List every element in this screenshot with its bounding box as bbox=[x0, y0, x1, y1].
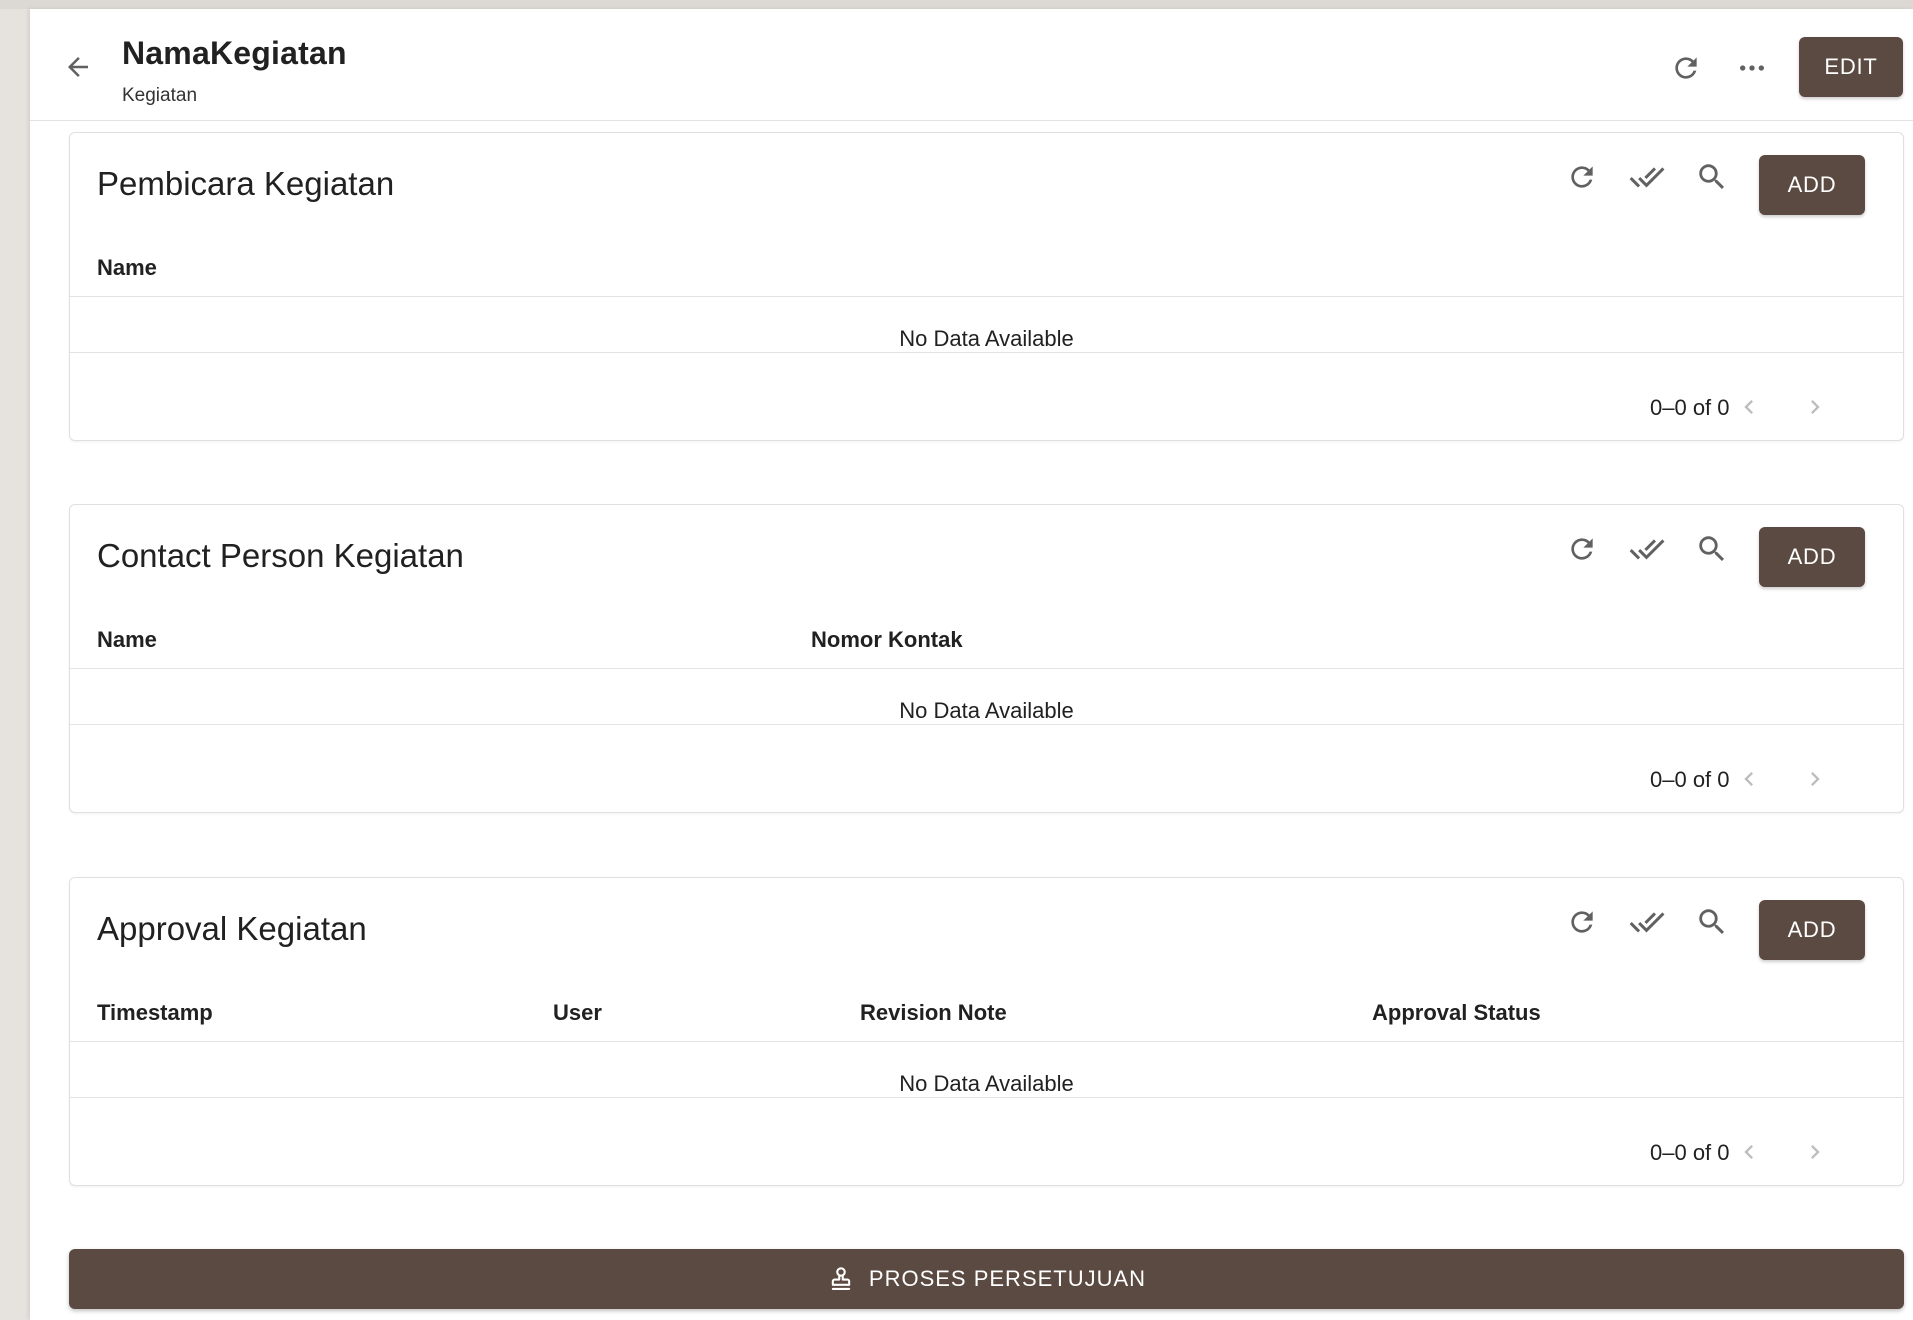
column-header-name: Name bbox=[97, 627, 157, 652]
header-refresh-button[interactable] bbox=[1664, 46, 1708, 90]
background-strip bbox=[0, 0, 1913, 9]
next-page-button[interactable] bbox=[1795, 385, 1835, 429]
page-header: NamaKegiatan Kegiatan EDIT bbox=[30, 9, 1913, 121]
card-search-button[interactable] bbox=[1690, 527, 1734, 571]
chevron-left-icon bbox=[1744, 772, 1753, 786]
column-header-user: User bbox=[553, 1000, 602, 1025]
divider bbox=[70, 724, 1903, 725]
pagination-range: 0–0 of 0 bbox=[1650, 1140, 1730, 1165]
card-refresh-button[interactable] bbox=[1560, 527, 1604, 571]
card-refresh-button[interactable] bbox=[1560, 900, 1604, 944]
previous-page-button[interactable] bbox=[1729, 1130, 1769, 1174]
column-header-timestamp: Timestamp bbox=[97, 1000, 213, 1025]
more-horizontal-icon bbox=[1740, 65, 1764, 71]
chevron-right-icon bbox=[1811, 400, 1820, 414]
refresh-icon bbox=[1675, 57, 1697, 79]
double-check-icon bbox=[1629, 912, 1665, 933]
pagination-range: 0–0 of 0 bbox=[1650, 395, 1730, 420]
next-page-button[interactable] bbox=[1795, 1130, 1835, 1174]
card-title: Approval Kegiatan bbox=[97, 910, 367, 947]
double-check-icon bbox=[1629, 539, 1665, 560]
card-approval-kegiatan: Approval Kegiatan ADD Timestamp User Rev… bbox=[69, 877, 1904, 1186]
divider bbox=[70, 296, 1903, 297]
add-button[interactable]: ADD bbox=[1759, 527, 1865, 587]
arrow-left-icon bbox=[68, 57, 88, 77]
page-subtitle: Kegiatan bbox=[122, 85, 198, 106]
add-button[interactable]: ADD bbox=[1759, 155, 1865, 215]
empty-state-text: No Data Available bbox=[899, 326, 1074, 351]
column-header-approval-status: Approval Status bbox=[1372, 1000, 1541, 1025]
divider bbox=[70, 668, 1903, 669]
divider bbox=[70, 1041, 1903, 1042]
search-icon bbox=[1699, 164, 1725, 190]
chevron-right-icon bbox=[1811, 1145, 1820, 1159]
column-header-nomor-kontak: Nomor Kontak bbox=[811, 627, 963, 652]
pagination-range: 0–0 of 0 bbox=[1650, 767, 1730, 792]
search-icon bbox=[1699, 536, 1725, 562]
refresh-icon bbox=[1571, 911, 1593, 933]
search-icon bbox=[1699, 909, 1725, 935]
divider bbox=[70, 352, 1903, 353]
proses-persetujuan-button[interactable]: PROSES PERSETUJUAN bbox=[69, 1249, 1904, 1309]
add-button[interactable]: ADD bbox=[1759, 900, 1865, 960]
card-select-all-button[interactable] bbox=[1625, 527, 1669, 571]
empty-state-text: No Data Available bbox=[899, 698, 1074, 723]
detail-sheet: NamaKegiatan Kegiatan EDIT Pembicara Keg… bbox=[30, 9, 1913, 1320]
column-header-name: Name bbox=[97, 255, 157, 280]
refresh-icon bbox=[1571, 538, 1593, 560]
card-contact-person-kegiatan: Contact Person Kegiatan ADD Name Nomor K… bbox=[69, 504, 1904, 813]
refresh-icon bbox=[1571, 166, 1593, 188]
chevron-right-icon bbox=[1811, 772, 1820, 786]
card-select-all-button[interactable] bbox=[1625, 155, 1669, 199]
next-page-button[interactable] bbox=[1795, 757, 1835, 801]
card-search-button[interactable] bbox=[1690, 900, 1734, 944]
proses-persetujuan-label: PROSES PERSETUJUAN bbox=[868, 1266, 1147, 1291]
divider bbox=[70, 1097, 1903, 1098]
card-select-all-button[interactable] bbox=[1625, 900, 1669, 944]
empty-state-text: No Data Available bbox=[899, 1071, 1074, 1096]
header-more-button[interactable] bbox=[1730, 46, 1774, 90]
chevron-left-icon bbox=[1744, 400, 1753, 414]
card-title: Pembicara Kegiatan bbox=[97, 165, 395, 202]
back-button[interactable] bbox=[58, 47, 98, 87]
chevron-left-icon bbox=[1744, 1145, 1753, 1159]
column-header-revision-note: Revision Note bbox=[860, 1000, 1007, 1025]
card-refresh-button[interactable] bbox=[1560, 155, 1604, 199]
previous-page-button[interactable] bbox=[1729, 385, 1769, 429]
page-title: NamaKegiatan bbox=[122, 35, 347, 71]
double-check-icon bbox=[1629, 167, 1665, 188]
card-search-button[interactable] bbox=[1690, 155, 1734, 199]
card-pembicara-kegiatan: Pembicara Kegiatan ADD Name No Data Avai… bbox=[69, 132, 1904, 441]
edit-button[interactable]: EDIT bbox=[1799, 37, 1903, 97]
previous-page-button[interactable] bbox=[1729, 757, 1769, 801]
stamp-icon bbox=[831, 1267, 851, 1290]
card-title: Contact Person Kegiatan bbox=[97, 537, 464, 574]
